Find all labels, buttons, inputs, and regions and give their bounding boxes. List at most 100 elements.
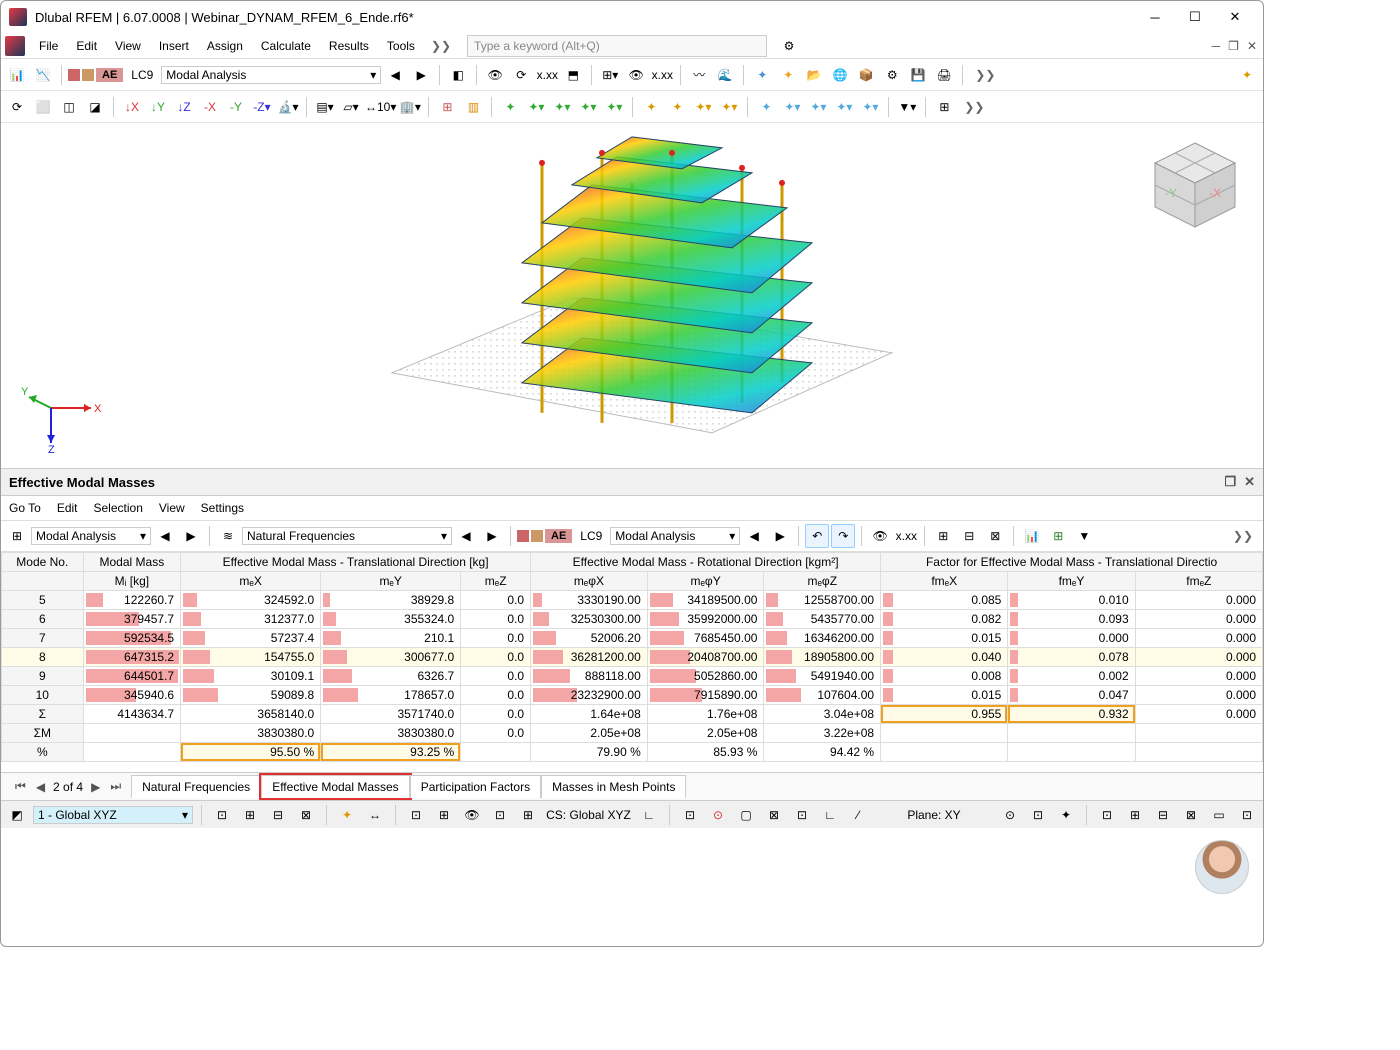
panel-freq-combo[interactable]: Natural Frequencies▾	[242, 527, 452, 545]
sb-b2-icon[interactable]: ⊞	[238, 803, 262, 827]
pt-t1-icon[interactable]: ⊞	[931, 524, 955, 548]
g1-icon[interactable]: ✦	[498, 95, 522, 119]
menu-assign[interactable]: Assign	[199, 36, 251, 56]
mdi-minimize-icon[interactable]: ─	[1210, 39, 1223, 53]
save-icon[interactable]: 💾	[906, 63, 930, 87]
tab-masses-in-mesh-points[interactable]: Masses in Mesh Points	[541, 775, 686, 798]
pt-tool2-icon[interactable]: ↷	[831, 524, 855, 548]
sb-b4-icon[interactable]: ⊠	[294, 803, 318, 827]
toolbar1-overflow-icon[interactable]: ❯❯	[969, 68, 1001, 82]
microscope-icon[interactable]: 🔬▾	[276, 95, 300, 119]
menu-file[interactable]: File	[31, 36, 66, 56]
layer-icon[interactable]: ▤▾	[313, 95, 337, 119]
sb-magnet-icon[interactable]: ⊙	[706, 803, 730, 827]
sb-f3-icon[interactable]: ✦	[1054, 803, 1078, 827]
analysis-combo[interactable]: Modal Analysis▾	[161, 66, 381, 84]
sb-g4-icon[interactable]: ⊠	[1179, 803, 1203, 827]
z-axis-icon[interactable]: ↓Z	[172, 95, 196, 119]
menu-insert[interactable]: Insert	[151, 36, 197, 56]
neg-y-icon[interactable]: -Y	[224, 95, 248, 119]
x-axis-icon[interactable]: ↓X	[120, 95, 144, 119]
results-off-icon[interactable]: 📉	[31, 63, 55, 87]
tool-b-icon[interactable]: 👁	[483, 63, 507, 87]
menu-overflow-icon[interactable]: ❯❯	[425, 39, 457, 53]
page-first-button[interactable]: ⏮	[13, 779, 28, 794]
search-input[interactable]: Type a keyword (Alt+Q)	[467, 35, 767, 57]
print-icon[interactable]: 🖨	[932, 63, 956, 87]
sb-e4-icon[interactable]: ⊡	[790, 803, 814, 827]
tool-i-icon[interactable]: 〰	[687, 63, 711, 87]
mdi-restore-icon[interactable]: ❐	[1226, 39, 1241, 53]
neg-x-icon[interactable]: -X	[198, 95, 222, 119]
sb-a-icon[interactable]: ◩	[5, 803, 29, 827]
sb-b3-icon[interactable]: ⊟	[266, 803, 290, 827]
sb-d2-icon[interactable]: ⊞	[432, 803, 456, 827]
tab-participation-factors[interactable]: Participation Factors	[410, 775, 541, 798]
sb-b1-icon[interactable]: ⊡	[210, 803, 234, 827]
page-last-button[interactable]: ⏭	[108, 779, 123, 794]
menu-results[interactable]: Results	[321, 36, 377, 56]
sb-e2-icon[interactable]: ▢	[734, 803, 758, 827]
cube2-icon[interactable]: ◫	[57, 95, 81, 119]
globe-icon[interactable]: 🌐	[828, 63, 852, 87]
dim-icon[interactable]: ↔10▾	[365, 95, 396, 119]
o1-icon[interactable]: ✦	[639, 95, 663, 119]
bldg-icon[interactable]: 🏢▾	[398, 95, 422, 119]
sb-f1-icon[interactable]: ⊙	[998, 803, 1022, 827]
coord-combo[interactable]: 1 - Global XYZ▾	[33, 806, 193, 824]
pt-chart-icon[interactable]: 📊	[1020, 524, 1044, 548]
b1-icon[interactable]: ✦	[754, 95, 778, 119]
menu-tools[interactable]: Tools	[379, 36, 423, 56]
gears-icon[interactable]: ⚙	[880, 63, 904, 87]
panel-dock-icon[interactable]: ❐	[1224, 474, 1236, 490]
results-on-icon[interactable]: 📊	[5, 63, 29, 87]
mesh-icon[interactable]: ⊞	[435, 95, 459, 119]
page-prev-button[interactable]: ◀	[34, 780, 47, 794]
next-lc-button[interactable]: ▶	[409, 63, 433, 87]
pt-a-icon[interactable]: ⊞	[5, 524, 29, 548]
o4-icon[interactable]: ✦▾	[717, 95, 741, 119]
pt-overflow-icon[interactable]: ❯❯	[1227, 529, 1259, 543]
pt-next1[interactable]: ▶	[179, 524, 203, 548]
table-row[interactable]: 7 592534.5 57237.4 210.1 0.0 52006.20 76…	[2, 629, 1263, 648]
menu-edit[interactable]: Edit	[68, 36, 105, 56]
tab-effective-modal-masses[interactable]: Effective Modal Masses	[261, 775, 410, 798]
model-viewport[interactable]: X Y Z -X -Y	[1, 123, 1263, 468]
results-table-wrap[interactable]: Mode No. Modal Mass Effective Modal Mass…	[1, 552, 1263, 772]
page-next-button[interactable]: ▶	[89, 780, 102, 794]
g2-icon[interactable]: ✦▾	[524, 95, 548, 119]
table-row[interactable]: 10 345940.6 59089.8 178657.0 0.0 2323290…	[2, 686, 1263, 705]
b2-icon[interactable]: ✦▾	[780, 95, 804, 119]
nav-cube[interactable]: -X -Y	[1145, 135, 1245, 235]
cube3-icon[interactable]: ◪	[83, 95, 107, 119]
pt-b-icon[interactable]: ≋	[216, 524, 240, 548]
sb-e5-icon[interactable]: ∟	[818, 803, 842, 827]
tool-c-icon[interactable]: ⟳	[509, 63, 533, 87]
grid-icon[interactable]: ⊞	[932, 95, 956, 119]
panel-goto[interactable]: Go To	[9, 501, 41, 515]
close-button[interactable]: ✕	[1215, 3, 1255, 31]
table-row[interactable]: 6 379457.7 312377.0 355324.0 0.0 3253030…	[2, 610, 1263, 629]
sb-d1-icon[interactable]: ⊡	[404, 803, 428, 827]
table-row[interactable]: 9 644501.7 30109.1 6326.7 0.0 888118.00 …	[2, 667, 1263, 686]
tool-e-icon[interactable]: ⬒	[561, 63, 585, 87]
table-row[interactable]: 5 122260.7 324592.0 38929.8 0.0 3330190.…	[2, 591, 1263, 610]
refresh-icon[interactable]: ⟳	[5, 95, 29, 119]
pt-xxx-icon[interactable]: x.xx	[894, 524, 918, 548]
pt-prev1[interactable]: ◀	[153, 524, 177, 548]
folder-icon[interactable]: 📂	[802, 63, 826, 87]
sb-f2-icon[interactable]: ⊡	[1026, 803, 1050, 827]
star-b-icon[interactable]: ✦	[776, 63, 800, 87]
pt-excel-icon[interactable]: ⊞	[1046, 524, 1070, 548]
pt-prev2[interactable]: ◀	[454, 524, 478, 548]
pt-t2-icon[interactable]: ⊟	[957, 524, 981, 548]
surf-icon[interactable]: ▱▾	[339, 95, 363, 119]
pt-next2[interactable]: ▶	[480, 524, 504, 548]
panel-view[interactable]: View	[159, 501, 185, 515]
sb-e6-icon[interactable]: ∕	[846, 803, 870, 827]
menu-view[interactable]: View	[107, 36, 149, 56]
tool-g-icon[interactable]: 👁	[624, 63, 648, 87]
panel-analysis-combo[interactable]: Modal Analysis▾	[31, 527, 151, 545]
mdi-close-icon[interactable]: ✕	[1245, 39, 1259, 53]
pt-tool1-icon[interactable]: ↶	[805, 524, 829, 548]
